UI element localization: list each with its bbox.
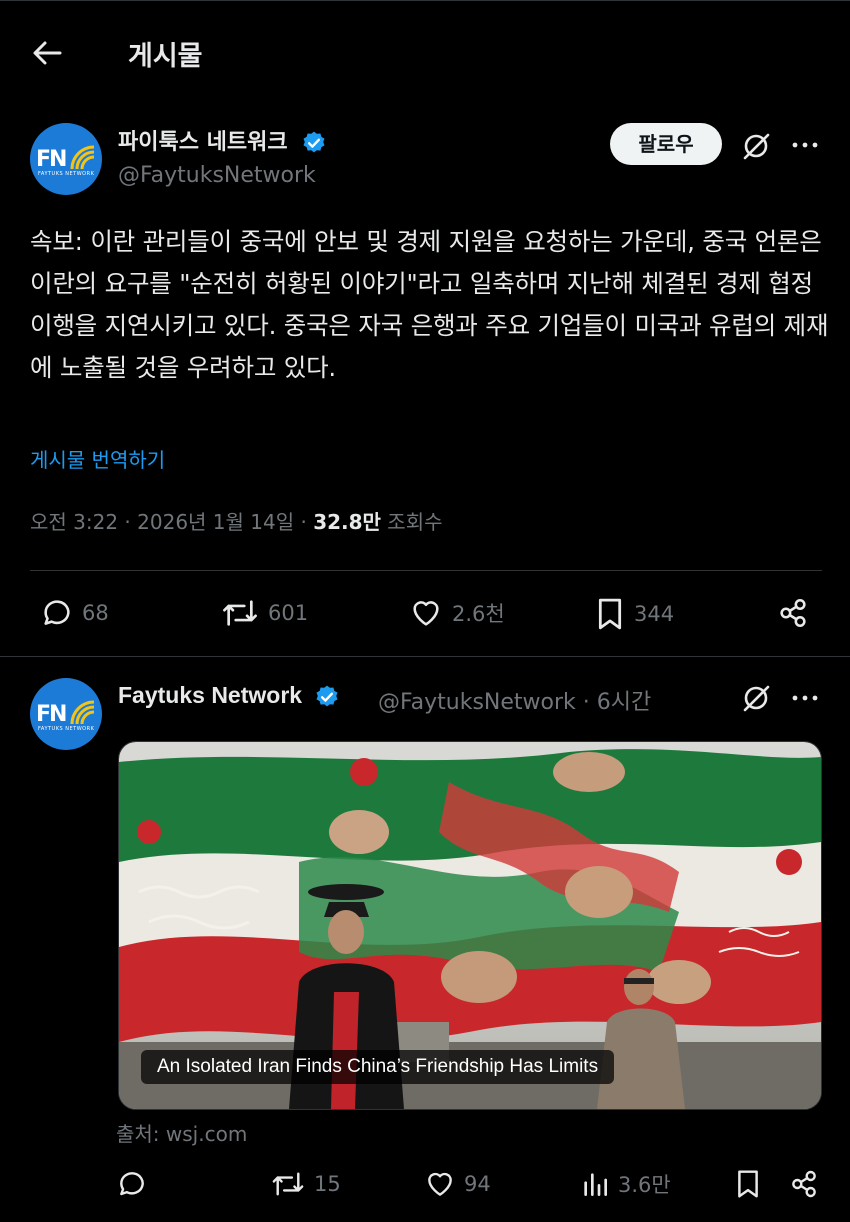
quoted-handle-text: @FaytuksNetwork [378,690,576,715]
heart-icon [413,601,439,626]
more-horizontal-icon [792,695,818,701]
repost-count: 601 [268,601,309,625]
views-count: 32.8만 [313,510,381,534]
grok-icon [743,133,770,160]
quoted-like-count: 94 [464,1172,491,1196]
avatar-logo-text: FN [36,147,67,172]
card-caption: An Isolated Iran Finds China’s Friendshi… [141,1050,615,1084]
author-handle[interactable]: @FaytuksNetwork [118,163,316,188]
reply-icon [120,1172,144,1196]
quoted-author-name-text: Faytuks Network [118,682,303,708]
repost-button[interactable]: 601 [220,596,308,630]
link-card[interactable]: An Isolated Iran Finds China’s Friendshi… [118,741,822,1110]
more-options-button[interactable] [790,132,820,162]
quoted-repost-count: 15 [314,1172,341,1196]
grok-button[interactable] [740,130,772,166]
more-horizontal-icon [792,142,818,148]
section-divider [0,656,850,657]
quoted-more-options-button[interactable] [790,685,820,715]
quoted-repost-button[interactable]: 15 [270,1168,341,1200]
follow-button[interactable]: 팔로우 [610,123,722,165]
translate-link[interactable]: 게시물 번역하기 [30,444,165,473]
verified-badge-icon [303,131,325,153]
quoted-grok-button[interactable] [740,682,772,718]
post-timestamp[interactable]: 오전 3:22 · 2026년 1월 14일 · [30,510,313,534]
quoted-share-button[interactable] [788,1168,828,1200]
like-count: 2.6천 [452,602,505,626]
quoted-bookmark-button[interactable] [734,1168,770,1200]
divider [30,570,822,571]
views-icon [584,1173,608,1196]
post-metadata: 오전 3:22 · 2026년 1월 14일 · 32.8만 조회수 [30,506,443,535]
share-icon [792,1170,816,1198]
repost-icon [272,1172,304,1196]
avatar[interactable]: FN FAYTUKS NETWORK [30,123,102,195]
signal-icon [70,145,95,170]
back-button[interactable] [30,38,64,68]
share-icon [780,598,806,628]
quoted-author-name[interactable]: Faytuks Network [118,682,340,710]
bookmark-icon [738,1170,758,1198]
share-button[interactable] [776,596,818,630]
reply-icon [44,600,70,625]
quoted-avatar-logo-text: FN [36,702,67,727]
avatar-logo-subtext: FAYTUKS NETWORK [38,171,95,177]
header: 게시물 [0,18,850,88]
arrow-left-icon [33,41,62,65]
repost-icon [223,600,257,626]
author-name[interactable]: 파이툭스 네트워크 [118,124,327,156]
quoted-like-button[interactable]: 94 [424,1168,491,1200]
bookmark-icon [598,598,622,630]
quoted-time: · 6시간 [575,690,652,715]
quoted-views-count: 3.6만 [618,1173,671,1197]
reply-button[interactable]: 68 [40,596,109,630]
like-button[interactable]: 2.6천 [408,596,505,630]
page-title: 게시물 [128,41,203,72]
quoted-avatar[interactable]: FN FAYTUKS NETWORK [30,678,102,750]
quoted-views-button[interactable]: 3.6만 [580,1168,671,1200]
bookmark-button[interactable]: 344 [594,596,674,632]
heart-icon [428,1172,452,1196]
grok-icon [743,685,770,712]
quoted-reply-button[interactable] [116,1168,156,1200]
signal-icon [70,700,95,725]
quoted-avatar-logo-subtext: FAYTUKS NETWORK [38,726,95,732]
bookmark-count: 344 [634,602,675,626]
verified-badge-icon [316,685,338,707]
card-source[interactable]: 출처: wsj.com [116,1118,247,1147]
reply-count: 68 [82,601,109,625]
views-label: 조회수 [380,510,443,534]
top-border [0,0,850,7]
author-name-text: 파이툭스 네트워크 [118,130,288,155]
quoted-author-handle[interactable]: @FaytuksNetwork · 6시간 [378,684,651,716]
post-text: 속보: 이란 관리들이 중국에 안보 및 경제 지원을 요청하는 가운데, 중국… [30,227,829,382]
